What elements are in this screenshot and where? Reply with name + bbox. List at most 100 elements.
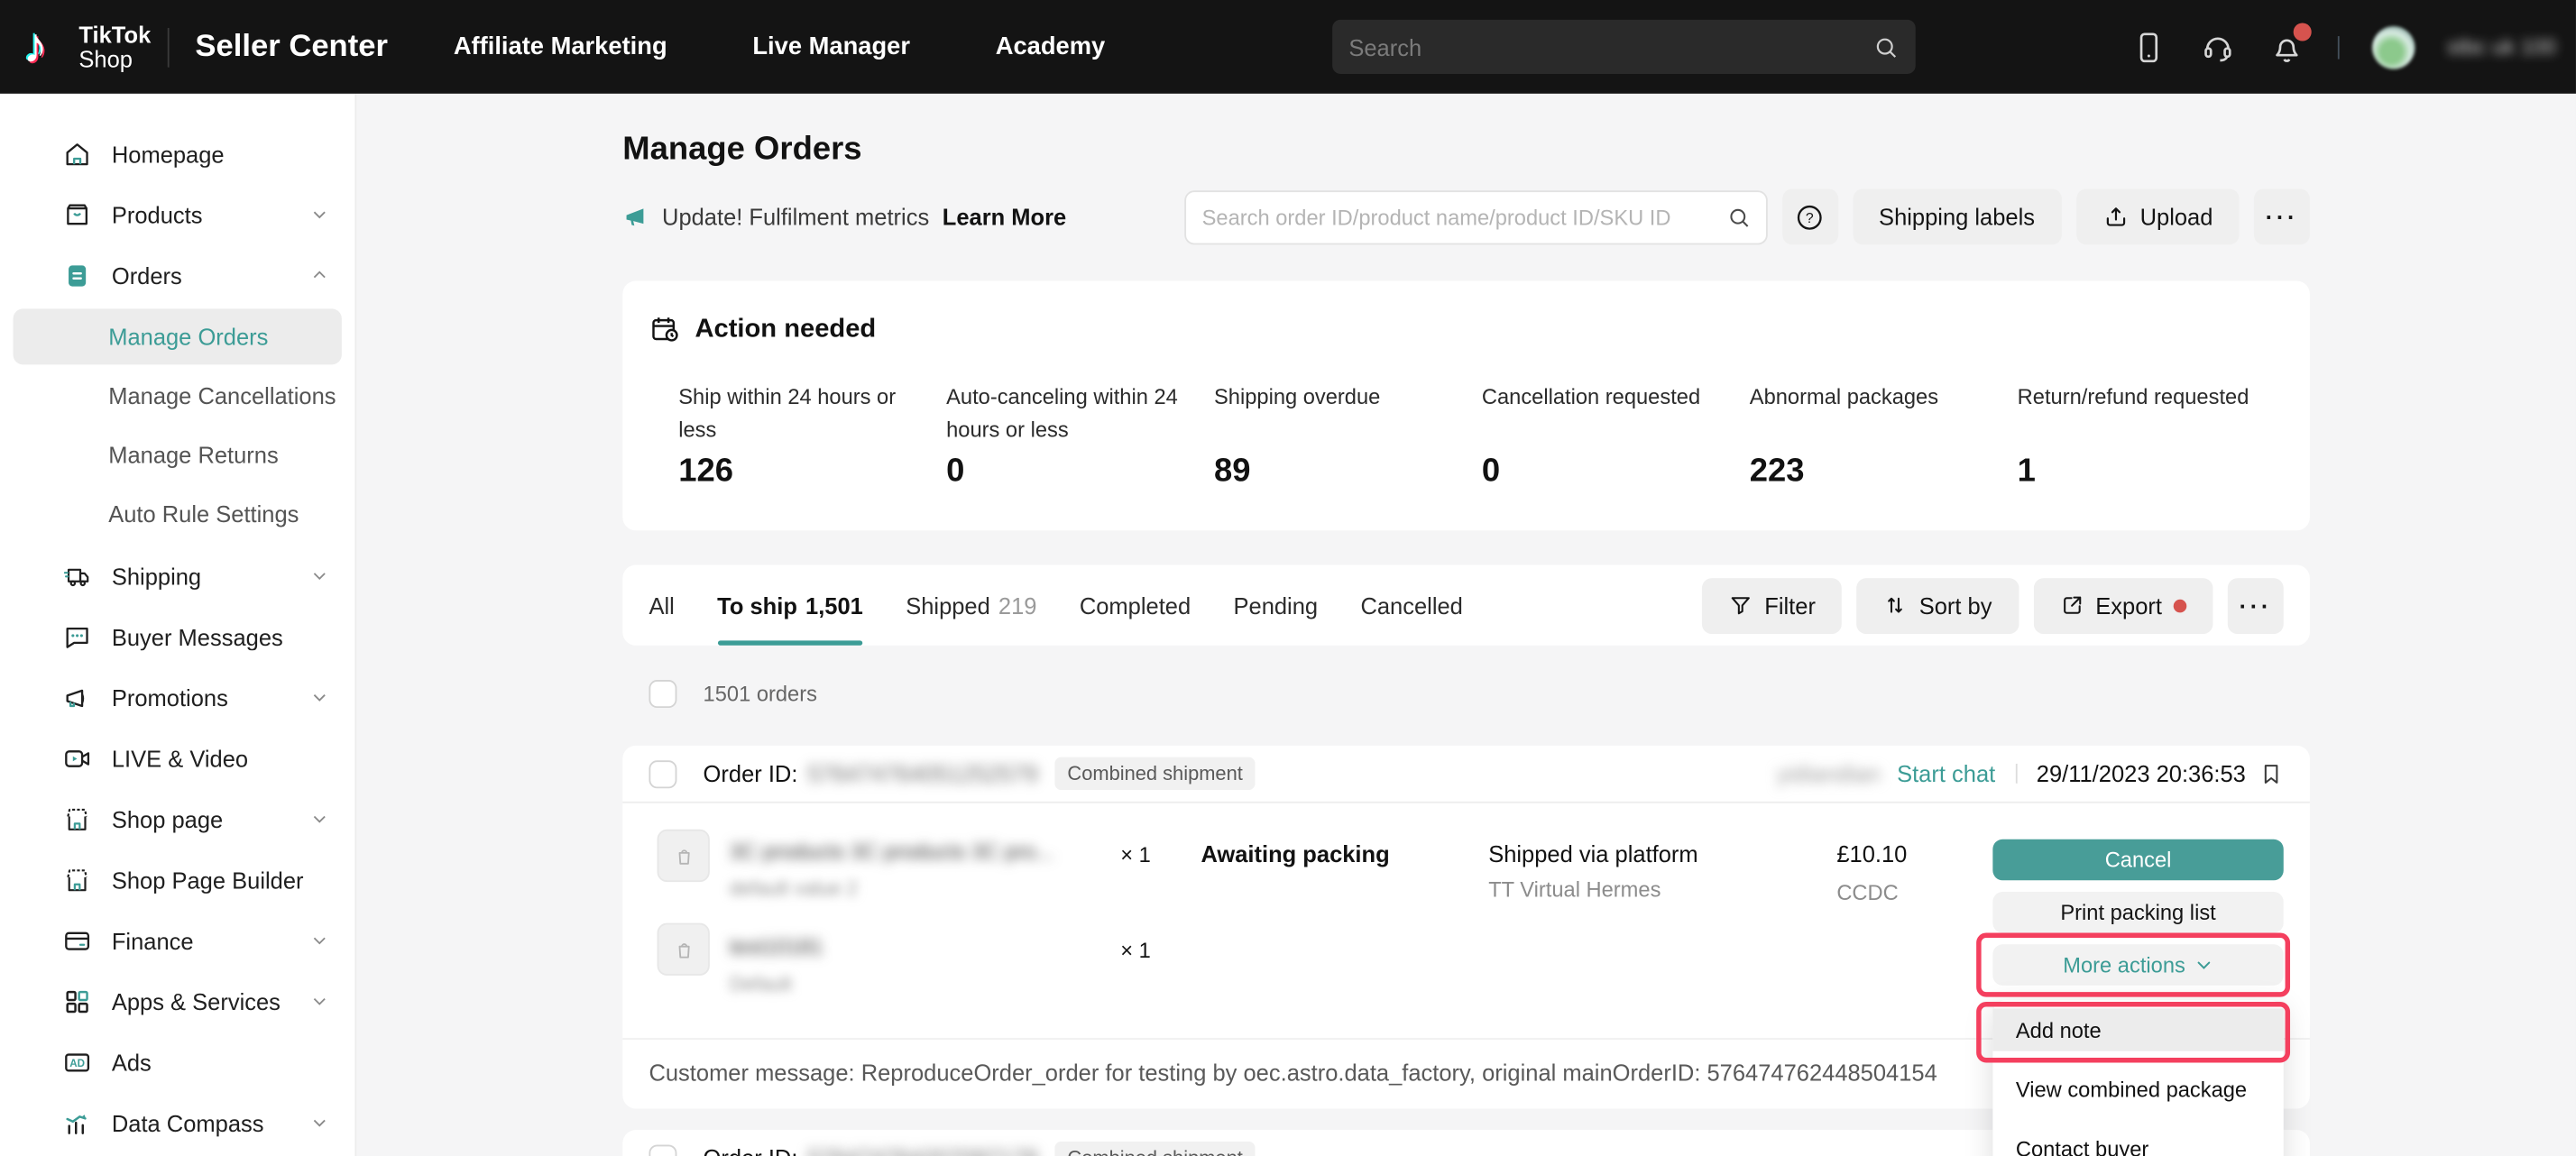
sidebar-item-auto-rule-settings[interactable]: Auto Rule Settings: [14, 486, 342, 542]
sidebar-item-buyer-messages[interactable]: Buyer Messages: [0, 606, 354, 666]
sidebar-item-live-video[interactable]: LIVE & Video: [0, 728, 354, 788]
menu-item-add-note[interactable]: Add note: [1992, 1008, 2283, 1050]
sidebar-item-promotions[interactable]: Promotions: [0, 666, 354, 727]
filter-button[interactable]: Filter: [1702, 577, 1842, 633]
seller-center-app: ♪♪♪ TikTok Shop Seller Center Affiliate …: [0, 0, 2576, 1156]
chevron-down-icon: [310, 1114, 328, 1132]
sidebar-item-ads[interactable]: AD Ads: [0, 1032, 354, 1092]
action-needed-title: Action needed: [695, 315, 876, 344]
sidebar-item-manage-returns[interactable]: Manage Returns: [14, 427, 342, 483]
product-title[interactable]: 3C products 3C products 3C pro...: [730, 839, 1099, 864]
nav-link-academy[interactable]: Academy: [996, 32, 1105, 60]
data-compass-icon: [62, 1108, 92, 1138]
order-card-1: Order ID: 576474764051252579 Combined sh…: [622, 746, 2310, 1109]
account-avatar[interactable]: [2371, 25, 2414, 68]
sidebar-item-shop-page[interactable]: Shop page: [0, 788, 354, 849]
tab-completed[interactable]: Completed: [1080, 565, 1191, 646]
bookmark-icon[interactable]: [2259, 761, 2283, 785]
notice-text: Update! Fulfilment metrics: [662, 204, 929, 230]
cancel-button[interactable]: Cancel: [1992, 839, 2283, 881]
sidebar-item-shop-page-builder[interactable]: Shop Page Builder: [0, 849, 354, 910]
tab-pending[interactable]: Pending: [1234, 565, 1319, 646]
sidebar-item-orders[interactable]: Orders: [0, 244, 354, 305]
upload-icon: [2102, 204, 2129, 230]
header-more-button[interactable]: ···: [2254, 188, 2310, 244]
combined-shipment-badge: Combined shipment: [1054, 1142, 1256, 1156]
ads-icon: AD: [62, 1047, 92, 1077]
sidebar-item-homepage[interactable]: Homepage: [0, 124, 354, 184]
divider: [2015, 764, 2017, 784]
export-button[interactable]: Export: [2033, 577, 2213, 633]
products-icon: [62, 199, 92, 229]
global-search-input[interactable]: [1332, 33, 1872, 60]
promotions-megaphone-icon: [62, 683, 92, 712]
search-icon[interactable]: [1726, 205, 1751, 229]
shop-page-builder-icon: [62, 865, 92, 895]
tab-shipped[interactable]: Shipped219: [906, 565, 1036, 646]
product-thumbnail[interactable]: [658, 923, 710, 976]
account-name[interactable]: stbc uk 100: [2447, 34, 2556, 59]
sidebar-item-apps-services[interactable]: Apps & Services: [0, 970, 354, 1031]
orders-count-label: 1501 orders: [704, 681, 817, 705]
shipping-labels-button[interactable]: Shipping labels: [1853, 188, 2061, 244]
svg-text:?: ?: [1806, 210, 1814, 225]
order-search-input[interactable]: [1185, 205, 1725, 229]
start-chat-link[interactable]: Start chat: [1897, 760, 1995, 786]
nav-divider: [167, 27, 169, 67]
tiktok-note-icon: ♪♪♪: [23, 19, 65, 75]
learn-more-link[interactable]: Learn More: [943, 204, 1066, 230]
sidebar: Homepage Products Orders Manage Orders M…: [0, 94, 356, 1156]
select-all-checkbox[interactable]: [649, 679, 676, 707]
main-area: Manage Orders Update! Fulfilment metrics…: [356, 94, 2576, 1156]
sort-icon: [1883, 593, 1908, 618]
update-notice: Update! Fulfilment metrics Learn More: [622, 204, 1066, 230]
chevron-down-icon: [310, 992, 328, 1010]
nav-seller-center[interactable]: Seller Center: [195, 29, 388, 65]
menu-item-contact-buyer[interactable]: Contact buyer: [1992, 1126, 2283, 1156]
tabs-more-button[interactable]: ···: [2228, 577, 2284, 633]
brand-line1: TikTok: [78, 23, 151, 47]
sidebar-item-manage-cancellations[interactable]: Manage Cancellations: [14, 368, 342, 424]
page-title: Manage Orders: [622, 132, 2310, 170]
mobile-app-icon[interactable]: [2130, 29, 2166, 65]
tab-all[interactable]: All: [649, 565, 674, 646]
product-variant: default value 2: [730, 877, 858, 900]
tiktok-shop-logo[interactable]: ♪♪♪ TikTok Shop: [0, 19, 151, 75]
tab-to-ship[interactable]: To ship1,501: [717, 565, 863, 646]
shipping-method: Shipped via platform: [1488, 841, 1697, 867]
order-select-checkbox[interactable]: [649, 759, 676, 787]
order-id-label: Order ID:: [704, 760, 798, 786]
tab-cancelled[interactable]: Cancelled: [1360, 565, 1462, 646]
sort-by-button[interactable]: Sort by: [1856, 577, 2018, 633]
upload-button[interactable]: Upload: [2076, 188, 2240, 244]
action-needed-icon: [649, 314, 680, 345]
finance-card-icon: [62, 925, 92, 955]
support-headset-icon[interactable]: [2199, 29, 2235, 65]
order-id-value: 576474764207097178: [807, 1145, 1037, 1156]
nav-link-live-manager[interactable]: Live Manager: [752, 32, 910, 60]
chevron-down-icon: [310, 931, 328, 950]
carrier-name: TT Virtual Hermes: [1488, 877, 1661, 902]
order-search: [1184, 189, 1768, 243]
search-icon[interactable]: [1872, 33, 1899, 60]
more-actions-dropdown: Add note View combined package Contact b…: [1992, 1000, 2283, 1156]
order-id-value: 576474764051252579: [807, 760, 1037, 786]
notifications-bell-icon[interactable]: [2268, 29, 2304, 65]
sidebar-item-shipping[interactable]: Shipping: [0, 546, 354, 606]
order-select-checkbox[interactable]: [649, 1144, 676, 1156]
more-actions-button[interactable]: More actions: [1992, 944, 2283, 986]
account-divider: [2337, 35, 2339, 58]
sidebar-item-data-compass[interactable]: Data Compass: [0, 1092, 354, 1152]
nav-link-affiliate-marketing[interactable]: Affiliate Marketing: [454, 32, 667, 60]
sidebar-item-manage-orders[interactable]: Manage Orders: [14, 308, 342, 364]
product-title[interactable]: test10181: [730, 934, 1099, 959]
notification-badge: [2293, 23, 2311, 41]
order-id-label: Order ID:: [704, 1145, 798, 1156]
sidebar-item-finance[interactable]: Finance: [0, 910, 354, 970]
print-packing-list-button[interactable]: Print packing list: [1992, 892, 2283, 933]
menu-item-view-combined-package[interactable]: View combined package: [1992, 1068, 2283, 1110]
sidebar-item-products[interactable]: Products: [0, 184, 354, 244]
product-thumbnail[interactable]: [658, 830, 710, 882]
product-variant: Default: [730, 972, 792, 995]
help-button[interactable]: ?: [1782, 188, 1838, 244]
